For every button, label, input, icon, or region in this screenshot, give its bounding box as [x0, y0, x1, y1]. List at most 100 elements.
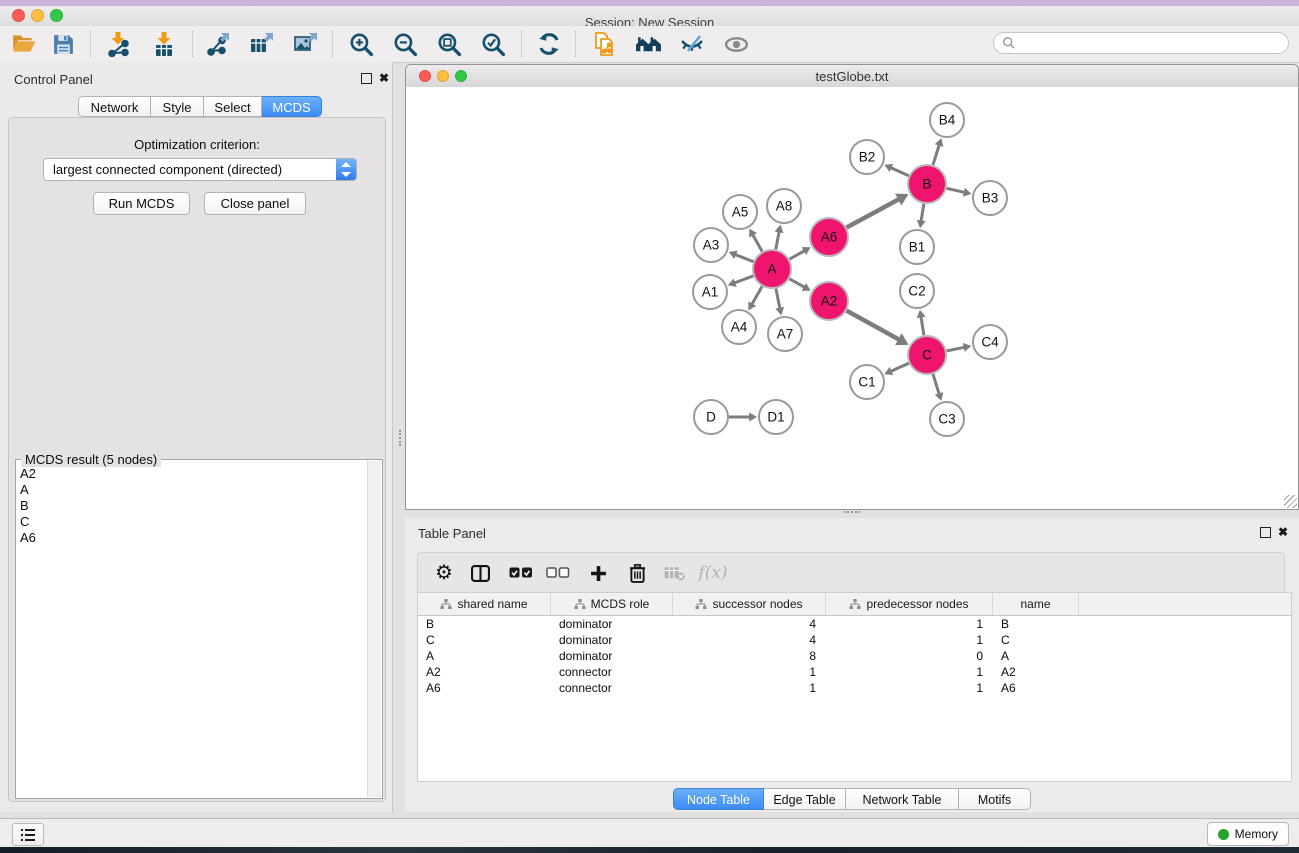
- table-cell[interactable]: 1: [673, 664, 826, 680]
- tab-select[interactable]: Select: [204, 96, 262, 117]
- table-row[interactable]: A6connector11A6: [418, 680, 1291, 696]
- table-cell[interactable]: 4: [673, 632, 826, 648]
- table-cell[interactable]: B: [993, 616, 1079, 632]
- zoom-in-icon[interactable]: [347, 29, 375, 59]
- column-header-MCDS-role[interactable]: MCDS role: [551, 593, 673, 615]
- table-cell[interactable]: A6: [418, 680, 551, 696]
- graph-node-B4[interactable]: B4: [930, 103, 964, 137]
- graph-edge-C-C4[interactable]: [947, 347, 965, 351]
- settings-gear-icon[interactable]: ⚙: [432, 559, 456, 587]
- table-cell[interactable]: 1: [826, 632, 993, 648]
- zoom-selected-icon[interactable]: [479, 29, 507, 59]
- graph-node-D1[interactable]: D1: [759, 400, 793, 434]
- refresh-view-icon[interactable]: [535, 29, 563, 59]
- function-builder-icon[interactable]: f(x): [696, 559, 730, 587]
- column-header-predecessor-nodes[interactable]: predecessor nodes: [826, 593, 993, 615]
- tab-style[interactable]: Style: [151, 96, 204, 117]
- graph-node-C[interactable]: C: [908, 336, 946, 374]
- control-panel-close-icon[interactable]: ✖: [379, 72, 389, 84]
- table-row[interactable]: Adominator80A: [418, 648, 1291, 664]
- graph-edge-A-A1[interactable]: [735, 276, 754, 283]
- optimization-criterion-select[interactable]: largest connected component (directed): [43, 158, 357, 181]
- table-cell[interactable]: 1: [826, 616, 993, 632]
- table-cell[interactable]: C: [993, 632, 1079, 648]
- table-cell[interactable]: 0: [826, 648, 993, 664]
- graph-node-A[interactable]: A: [753, 250, 791, 288]
- graph-edge-A-A5[interactable]: [753, 235, 762, 252]
- graph-edge-A-A8[interactable]: [776, 232, 779, 250]
- graph-edge-B-B2[interactable]: [891, 168, 909, 176]
- zoom-fit-icon[interactable]: [435, 29, 463, 59]
- mcds-result-list[interactable]: A2ABCA6: [20, 466, 366, 796]
- table-cell[interactable]: connector: [551, 680, 673, 696]
- tab-node-table[interactable]: Node Table: [673, 788, 764, 810]
- table-cell[interactable]: B: [418, 616, 551, 632]
- graph-node-C1[interactable]: C1: [850, 365, 884, 399]
- column-header-shared-name[interactable]: shared name: [418, 593, 551, 615]
- table-panel-close-icon[interactable]: ✖: [1278, 526, 1288, 538]
- graph-node-A3[interactable]: A3: [694, 228, 728, 262]
- graph-node-A6[interactable]: A6: [810, 218, 848, 256]
- graph-edge-B-B3[interactable]: [947, 188, 965, 192]
- table-cell[interactable]: dominator: [551, 632, 673, 648]
- result-list-item[interactable]: C: [20, 514, 366, 530]
- graph-edge-A2-C[interactable]: [847, 311, 900, 340]
- table-cell[interactable]: connector: [551, 664, 673, 680]
- table-row[interactable]: A2connector11A2: [418, 664, 1291, 680]
- network-canvas[interactable]: B4B2BB3A5A8A6A3B1AA1C2A2A4A7C4CC1C3DD1: [406, 87, 1298, 509]
- deselect-all-icon[interactable]: [545, 559, 571, 587]
- table-cell[interactable]: 4: [673, 616, 826, 632]
- tab-network[interactable]: Network: [78, 96, 151, 117]
- add-row-icon[interactable]: [587, 559, 609, 587]
- table-cell[interactable]: dominator: [551, 648, 673, 664]
- tab-motifs[interactable]: Motifs: [959, 788, 1031, 810]
- column-layout-icon[interactable]: [468, 559, 492, 587]
- table-cell[interactable]: A: [993, 648, 1079, 664]
- table-cell[interactable]: A2: [993, 664, 1079, 680]
- graph-node-B1[interactable]: B1: [900, 230, 934, 264]
- show-panels-list-button[interactable]: [12, 823, 44, 846]
- tab-network-table[interactable]: Network Table: [846, 788, 959, 810]
- graph-node-C2[interactable]: C2: [900, 274, 934, 308]
- graph-edge-C-C2[interactable]: [921, 317, 924, 335]
- graph-node-A2[interactable]: A2: [810, 282, 848, 320]
- result-list-item[interactable]: A: [20, 482, 366, 498]
- graph-edge-C-C1[interactable]: [891, 363, 909, 371]
- delete-rows-trash-icon[interactable]: [627, 559, 647, 587]
- graph-node-A5[interactable]: A5: [723, 195, 757, 229]
- export-network-icon[interactable]: [204, 29, 232, 59]
- graph-node-D[interactable]: D: [694, 400, 728, 434]
- graph-node-C3[interactable]: C3: [930, 402, 964, 436]
- table-cell[interactable]: 8: [673, 648, 826, 664]
- import-table-icon[interactable]: [150, 29, 178, 59]
- graph-edge-A-A7[interactable]: [776, 289, 780, 309]
- graph-edge-A-A2[interactable]: [789, 279, 804, 287]
- tab-mcds[interactable]: MCDS: [262, 96, 322, 117]
- show-panel-eye-icon[interactable]: [722, 29, 750, 59]
- table-cell[interactable]: A: [418, 648, 551, 664]
- hide-panel-eye-slash-icon[interactable]: [678, 29, 706, 59]
- select-all-icon[interactable]: [508, 559, 534, 587]
- table-cell[interactable]: C: [418, 632, 551, 648]
- memory-button[interactable]: Memory: [1207, 822, 1289, 846]
- search-input[interactable]: [1016, 35, 1270, 51]
- panel-divider-handle-vertical[interactable]: [399, 430, 405, 446]
- result-list-item[interactable]: B: [20, 498, 366, 514]
- graph-node-B[interactable]: B: [908, 165, 946, 203]
- search-field[interactable]: [993, 32, 1289, 54]
- delete-table-icon[interactable]: [662, 559, 686, 587]
- result-scrollbar[interactable]: [367, 461, 381, 797]
- column-header-name[interactable]: name: [993, 593, 1079, 615]
- graph-edge-A-A6[interactable]: [789, 251, 804, 259]
- graph-edge-B-B4[interactable]: [933, 145, 939, 165]
- result-list-item[interactable]: A6: [20, 530, 366, 546]
- graph-edge-B-B1[interactable]: [921, 204, 924, 221]
- graph-node-A7[interactable]: A7: [768, 317, 802, 351]
- graph-node-B3[interactable]: B3: [973, 181, 1007, 215]
- tab-edge-table[interactable]: Edge Table: [764, 788, 846, 810]
- graph-node-C4[interactable]: C4: [973, 325, 1007, 359]
- table-panel-float-icon[interactable]: [1260, 527, 1271, 538]
- table-cell[interactable]: dominator: [551, 616, 673, 632]
- graph-edge-A6-B[interactable]: [847, 199, 899, 227]
- export-table-icon[interactable]: [248, 29, 276, 59]
